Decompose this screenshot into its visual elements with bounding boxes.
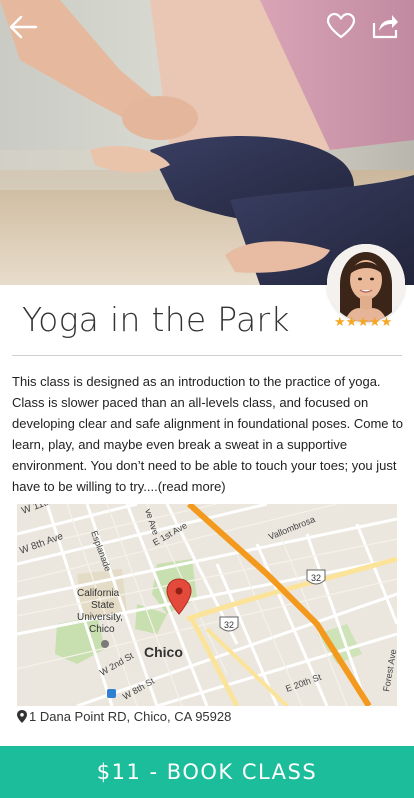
svg-text:32: 32 bbox=[224, 620, 234, 630]
address-text: 1 Dana Point RD, Chico, CA 95928 bbox=[29, 709, 232, 724]
class-description: This class is designed as an introductio… bbox=[12, 371, 404, 497]
heart-icon bbox=[326, 12, 356, 39]
class-title: Yoga in the Park bbox=[22, 300, 290, 339]
rating-star: ★ bbox=[345, 315, 358, 330]
map-label: University, bbox=[77, 612, 123, 623]
divider bbox=[12, 355, 402, 356]
map-label: State bbox=[91, 600, 115, 611]
book-class-button[interactable]: $11 - BOOK CLASS bbox=[0, 746, 414, 798]
map-pin-icon bbox=[17, 710, 27, 723]
route-shield: 32 bbox=[306, 569, 326, 585]
back-button[interactable] bbox=[8, 14, 38, 40]
map-label: California bbox=[77, 588, 120, 599]
read-more-link[interactable]: (read more) bbox=[158, 479, 226, 494]
share-button[interactable] bbox=[371, 12, 399, 40]
instructor-avatar[interactable] bbox=[327, 244, 405, 322]
share-icon bbox=[372, 15, 398, 39]
rating-star: ★ bbox=[368, 315, 381, 330]
back-arrow-icon bbox=[9, 15, 38, 39]
route-shield: 32 bbox=[219, 616, 239, 632]
map-city-label: Chico bbox=[144, 644, 183, 660]
location-map[interactable]: 32 32 W 11th W 8th Ave Esplanade ve Ave … bbox=[17, 504, 397, 706]
location-address[interactable]: 1 Dana Point RD, Chico, CA 95928 bbox=[17, 709, 231, 724]
rating-stars: ★ ★ ★ ★ ★ bbox=[334, 316, 398, 330]
rating-star: ★ bbox=[380, 315, 393, 330]
svg-text:32: 32 bbox=[311, 573, 321, 583]
favorite-button[interactable] bbox=[326, 12, 356, 40]
map-label: Chico bbox=[89, 624, 115, 635]
rating-star: ★ bbox=[357, 315, 369, 330]
hero-image bbox=[0, 0, 414, 285]
rating-star: ★ bbox=[334, 315, 346, 330]
description-text: This class is designed as an introductio… bbox=[12, 374, 403, 494]
